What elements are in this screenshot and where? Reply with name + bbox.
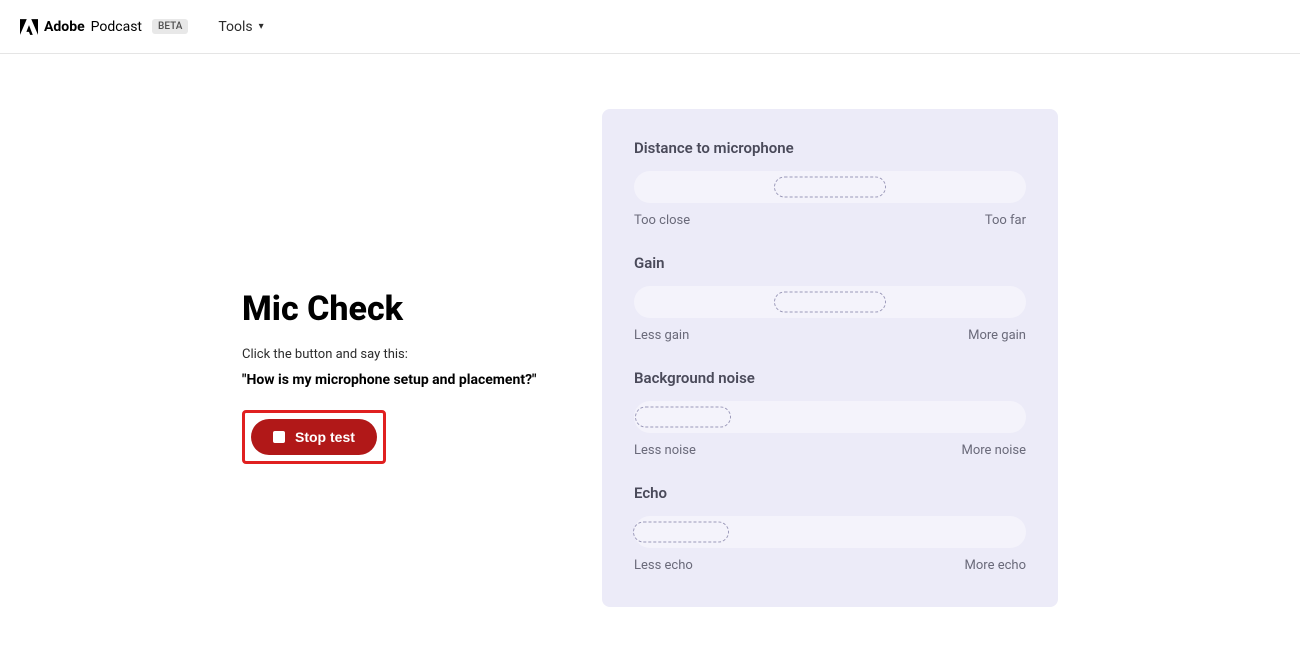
metric-title: Background noise: [634, 369, 1026, 387]
stop-icon: [273, 431, 285, 443]
instruction-text: Click the button and say this:: [242, 347, 542, 362]
metric-label-left: Less noise: [634, 443, 696, 458]
metric-label-right: More gain: [968, 328, 1026, 343]
metric-title: Echo: [634, 484, 1026, 502]
metric-labels: Less noise More noise: [634, 443, 1026, 458]
metric-label-right: Too far: [985, 213, 1026, 228]
metric-label-left: Too close: [634, 213, 690, 228]
tools-menu[interactable]: Tools ▾: [218, 19, 263, 35]
left-panel: Mic Check Click the button and say this:…: [242, 109, 542, 607]
beta-badge: BETA: [152, 19, 188, 34]
page-title: Mic Check: [242, 289, 542, 329]
metric-track: [634, 286, 1026, 318]
main-content: Mic Check Click the button and say this:…: [0, 54, 1300, 607]
metric-title: Distance to microphone: [634, 139, 1026, 157]
metric-indicator: [774, 292, 886, 313]
metric-title: Gain: [634, 254, 1026, 272]
test-phrase: "How is my microphone setup and placemen…: [242, 372, 542, 388]
metric-indicator: [635, 407, 731, 428]
metric-2: Background noise Less noise More noise: [634, 369, 1026, 458]
metric-labels: Too close Too far: [634, 213, 1026, 228]
chevron-down-icon: ▾: [259, 21, 264, 32]
metric-0: Distance to microphone Too close Too far: [634, 139, 1026, 228]
metric-track: [634, 516, 1026, 548]
brand-logo-group[interactable]: Adobe Podcast BETA: [20, 19, 188, 35]
stop-button-label: Stop test: [295, 429, 355, 445]
tools-label: Tools: [218, 19, 252, 35]
metric-indicator: [774, 177, 886, 198]
adobe-icon: [20, 19, 38, 35]
brand-podcast-text: Podcast: [91, 19, 142, 35]
highlight-box: Stop test: [242, 410, 386, 464]
stop-test-button[interactable]: Stop test: [251, 419, 377, 455]
header: Adobe Podcast BETA Tools ▾: [0, 0, 1300, 54]
brand-adobe-text: Adobe: [44, 19, 85, 35]
metric-label-left: Less gain: [634, 328, 689, 343]
metric-labels: Less gain More gain: [634, 328, 1026, 343]
metric-1: Gain Less gain More gain: [634, 254, 1026, 343]
metrics-panel: Distance to microphone Too close Too far Ga…: [602, 109, 1058, 607]
metric-label-right: More echo: [965, 558, 1026, 573]
metric-track: [634, 171, 1026, 203]
metric-label-left: Less echo: [634, 558, 693, 573]
metric-labels: Less echo More echo: [634, 558, 1026, 573]
metric-label-right: More noise: [961, 443, 1026, 458]
metric-track: [634, 401, 1026, 433]
metric-3: Echo Less echo More echo: [634, 484, 1026, 573]
metric-indicator: [633, 522, 729, 543]
